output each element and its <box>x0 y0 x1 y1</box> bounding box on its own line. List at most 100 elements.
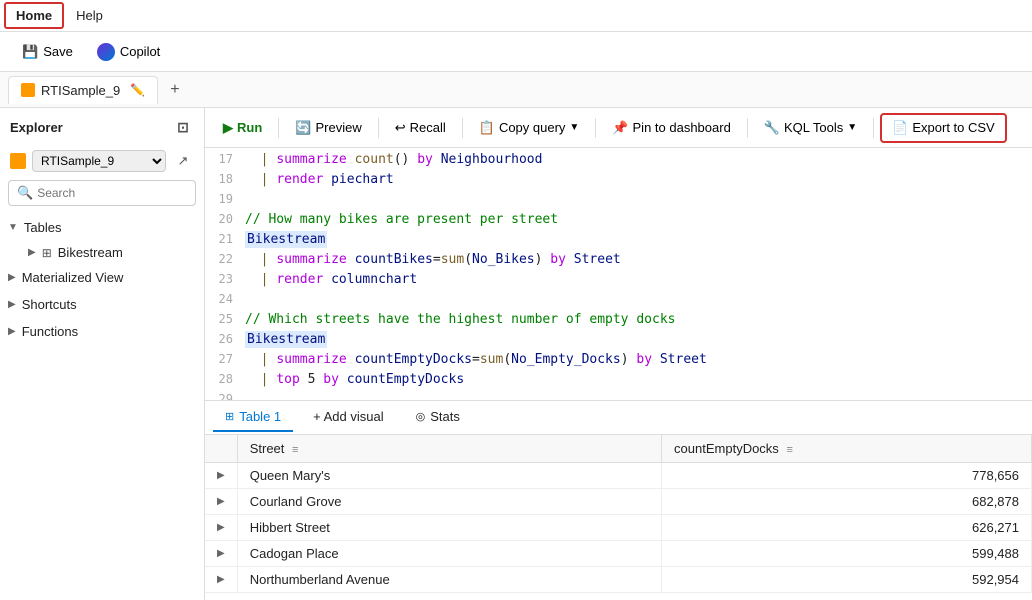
new-tab-button[interactable]: + <box>162 77 187 103</box>
main-content: Explorer ⊡ RTISample_9 ↗ 🔍 ▼ Tables ▶ ⊞ … <box>0 108 1032 600</box>
menu-home[interactable]: Home <box>4 2 64 29</box>
code-line-25: 25 // Which streets have the highest num… <box>205 312 1032 332</box>
results-area: ⊞ Table 1 + Add visual ◎ Stats <box>205 400 1032 600</box>
col-header-street: Street ≡ <box>237 435 661 463</box>
code-line-27: 27 | summarize countEmptyDocks=sum(No_Em… <box>205 352 1032 372</box>
code-line-28: 28 | top 5 by countEmptyDocks <box>205 372 1032 392</box>
table-row: ▶ Hibbert Street 626,271 <box>205 515 1032 541</box>
results-table: Street ≡ countEmptyDocks ≡ ▶ Queen Mary'… <box>205 435 1032 600</box>
kql-dropdown-arrow-icon: ▼ <box>847 122 857 133</box>
code-line-24: 24 <box>205 292 1032 312</box>
search-icon: 🔍 <box>17 185 33 201</box>
copilot-icon <box>97 43 115 61</box>
row-expand[interactable]: ▶ <box>205 567 237 593</box>
chevron-right-icon-shortcuts: ▶ <box>8 299 16 310</box>
external-link-icon[interactable]: ↗ <box>172 150 194 172</box>
cell-street: Hibbert Street <box>237 515 661 541</box>
copilot-button[interactable]: Copilot <box>87 38 170 66</box>
pin-icon: 📌 <box>612 120 628 136</box>
search-input[interactable] <box>37 186 187 200</box>
tab-rtisample9[interactable]: RTISample_9 ✏️ <box>8 76 158 104</box>
preview-icon: 🔄 <box>295 120 311 136</box>
db-icon <box>21 83 35 97</box>
table-row: ▶ Queen Mary's 778,656 <box>205 463 1032 489</box>
editor-toolbar: ▶ Run 🔄 Preview ↩ Recall 📋 Copy query ▼ … <box>205 108 1032 148</box>
sidebar-shortcuts-label: Shortcuts <box>22 297 77 312</box>
save-button[interactable]: 💾 Save <box>12 39 83 65</box>
run-icon: ▶ <box>223 120 233 136</box>
code-line-26: 26 Bikestream <box>205 332 1032 352</box>
kql-tools-button[interactable]: 🔧 KQL Tools ▼ <box>754 115 867 141</box>
export-csv-button[interactable]: 📄 Export to CSV <box>880 113 1007 143</box>
table-icon: ⊞ <box>42 246 52 260</box>
sort-icon-count[interactable]: ≡ <box>786 444 792 456</box>
data-table: Street ≡ countEmptyDocks ≡ ▶ Queen Mary'… <box>205 435 1032 593</box>
preview-button[interactable]: 🔄 Preview <box>285 115 371 141</box>
cell-count: 682,878 <box>662 489 1032 515</box>
sidebar-db-selector: RTISample_9 ↗ <box>0 146 204 180</box>
code-line-29: 29 <box>205 392 1032 400</box>
cell-count: 599,488 <box>662 541 1032 567</box>
sidebar-functions-label: Functions <box>22 324 78 339</box>
code-editor[interactable]: 17 | summarize count() by Neighbourhood … <box>205 148 1032 400</box>
sidebar-item-bikestream[interactable]: ▶ ⊞ Bikestream <box>0 241 204 264</box>
row-expand[interactable]: ▶ <box>205 541 237 567</box>
cell-street: Queen Mary's <box>237 463 661 489</box>
sidebar-section-tables[interactable]: ▼ Tables <box>0 214 204 241</box>
chevron-right-icon: ▶ <box>8 272 16 283</box>
tab-bar: RTISample_9 ✏️ + <box>0 72 1032 108</box>
table-row: ▶ Courland Grove 682,878 <box>205 489 1032 515</box>
pin-dashboard-button[interactable]: 📌 Pin to dashboard <box>602 115 740 141</box>
result-tab-table1[interactable]: ⊞ Table 1 <box>213 403 293 432</box>
menu-bar: Home Help <box>0 0 1032 32</box>
menu-help[interactable]: Help <box>66 4 113 27</box>
recall-icon: ↩ <box>395 120 406 136</box>
code-line-20: 20 // How many bikes are present per str… <box>205 212 1032 232</box>
kql-icon: 🔧 <box>764 120 780 136</box>
recall-button[interactable]: ↩ Recall <box>385 115 456 141</box>
editor-area: ▶ Run 🔄 Preview ↩ Recall 📋 Copy query ▼ … <box>205 108 1032 600</box>
sidebar-section-shortcuts[interactable]: ▶ Shortcuts <box>0 291 204 318</box>
cell-count: 626,271 <box>662 515 1032 541</box>
row-expand[interactable]: ▶ <box>205 515 237 541</box>
table-row: ▶ Cadogan Place 599,488 <box>205 541 1032 567</box>
stats-icon: ◎ <box>416 410 426 423</box>
table-row: ▶ Northumberland Avenue 592,954 <box>205 567 1032 593</box>
code-line-23: 23 | render columnchart <box>205 272 1032 292</box>
col-header-count: countEmptyDocks ≡ <box>662 435 1032 463</box>
chevron-down-icon: ▼ <box>8 222 18 233</box>
export-icon: 📄 <box>892 120 908 136</box>
sidebar-section-functions[interactable]: ▶ Functions <box>0 318 204 345</box>
code-line-17: 17 | summarize count() by Neighbourhood <box>205 152 1032 172</box>
cell-street: Northumberland Avenue <box>237 567 661 593</box>
sidebar-materialized-view-label: Materialized View <box>22 270 124 285</box>
search-box: 🔍 <box>8 180 196 206</box>
save-icon: 💾 <box>22 44 38 60</box>
cell-count: 778,656 <box>662 463 1032 489</box>
sort-icon-street[interactable]: ≡ <box>292 444 298 456</box>
code-line-22: 22 | summarize countBikes=sum(No_Bikes) … <box>205 252 1032 272</box>
db-color-icon <box>10 153 26 169</box>
sidebar-tables-label: Tables <box>24 220 62 235</box>
row-expand[interactable]: ▶ <box>205 463 237 489</box>
edit-icon[interactable]: ✏️ <box>130 83 145 97</box>
db-select[interactable]: RTISample_9 <box>32 150 166 172</box>
code-line-19: 19 <box>205 192 1032 212</box>
result-tab-add-visual[interactable]: + Add visual <box>301 403 395 432</box>
toolbar: 💾 Save Copilot <box>0 32 1032 72</box>
sidebar-header-icons: ⊡ <box>172 116 194 138</box>
sidebar-header: Explorer ⊡ <box>0 108 204 146</box>
cell-street: Cadogan Place <box>237 541 661 567</box>
result-tab-stats[interactable]: ◎ Stats <box>404 403 472 432</box>
row-expand[interactable]: ▶ <box>205 489 237 515</box>
cell-street: Courland Grove <box>237 489 661 515</box>
cell-count: 592,954 <box>662 567 1032 593</box>
chevron-right-icon-functions: ▶ <box>8 326 16 337</box>
expand-icon: ▶ <box>28 247 36 258</box>
code-line-18: 18 | render piechart <box>205 172 1032 192</box>
sidebar-section-materialized-view[interactable]: ▶ Materialized View <box>0 264 204 291</box>
sidebar-collapse-icon[interactable]: ⊡ <box>172 116 194 138</box>
run-button[interactable]: ▶ Run <box>213 115 272 141</box>
copy-query-button[interactable]: 📋 Copy query ▼ <box>469 115 590 141</box>
results-tabs: ⊞ Table 1 + Add visual ◎ Stats <box>205 401 1032 435</box>
